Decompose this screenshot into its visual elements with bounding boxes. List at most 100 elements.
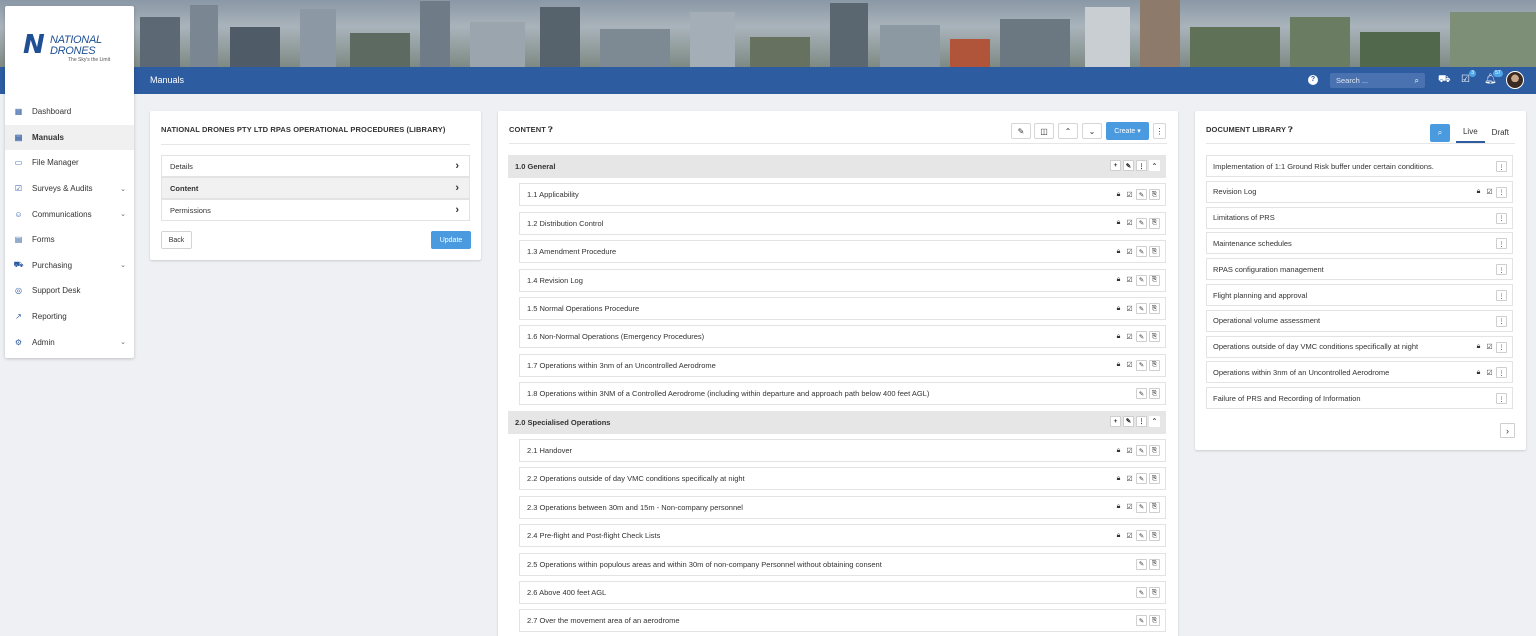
document-item[interactable]: Failure of PRS and Recording of Informat… — [1206, 387, 1513, 410]
columns-icon[interactable]: ◫ — [1034, 123, 1054, 139]
content-item[interactable]: 2.1 Handover 🔒︎ ☑ ✎ ⎘ — [519, 439, 1166, 462]
edit-pencil-icon[interactable]: ✎ — [1011, 123, 1031, 139]
unlink-icon[interactable]: ⎘ — [1149, 501, 1160, 513]
edit-icon[interactable]: ✎ — [1136, 530, 1147, 542]
document-item[interactable]: Operations outside of day VMC conditions… — [1206, 335, 1513, 358]
edit-icon[interactable]: ✎ — [1136, 359, 1147, 371]
section-header[interactable]: 1.0 General + ✎ ⋮ ⌃ — [508, 155, 1166, 178]
sidebar-item-dashboard[interactable]: ▦ Dashboard — [5, 99, 134, 125]
sidebar-item-file-manager[interactable]: ▭ File Manager — [5, 150, 134, 176]
content-item[interactable]: 2.2 Operations outside of day VMC condit… — [519, 467, 1166, 491]
edit-icon[interactable]: ✎ — [1136, 501, 1147, 513]
unlink-icon[interactable]: ⎘ — [1149, 274, 1160, 286]
help-icon[interactable]: ❓︎ — [548, 125, 553, 134]
user-avatar[interactable] — [1506, 71, 1524, 89]
help-icon[interactable]: ? — [1308, 75, 1318, 85]
content-item[interactable]: 1.3 Amendment Procedure 🔒︎ ☑ ✎ ⎘ — [519, 240, 1166, 264]
content-item[interactable]: 1.6 Non-Normal Operations (Emergency Pro… — [519, 325, 1166, 349]
document-item[interactable]: Maintenance schedules ⋮ — [1206, 232, 1513, 255]
menu-permissions[interactable]: Permissions › — [161, 199, 470, 221]
edit-pencil-icon[interactable]: ✎ — [1123, 415, 1134, 427]
more-vertical-icon[interactable]: ⋮ — [1496, 161, 1507, 172]
add-icon[interactable]: + — [1110, 160, 1121, 171]
search-input[interactable] — [1336, 75, 1408, 86]
more-vertical-icon[interactable]: ⋮ — [1496, 393, 1507, 405]
more-vertical-icon[interactable]: ⋮ — [1136, 160, 1147, 171]
document-item[interactable]: Operations within 3nm of an Uncontrolled… — [1206, 361, 1513, 384]
document-item[interactable]: RPAS configuration management ⋮ — [1206, 258, 1513, 281]
content-item[interactable]: 1.1 Applicability 🔒︎ ☑ ✎ ⎘ — [519, 183, 1166, 207]
content-item[interactable]: 1.8 Operations within 3NM of a Controlle… — [519, 382, 1166, 406]
edit-icon[interactable]: ✎ — [1136, 303, 1147, 314]
content-item[interactable]: 1.4 Revision Log 🔒︎ ☑ ✎ ⎘ — [519, 268, 1166, 292]
unlink-icon[interactable]: ⎘ — [1149, 303, 1160, 314]
edit-icon[interactable]: ✎ — [1136, 587, 1147, 598]
edit-icon[interactable]: ✎ — [1136, 558, 1147, 570]
unlink-icon[interactable]: ⎘ — [1149, 388, 1160, 400]
tasks-icon[interactable]: ☑ 3 — [1461, 70, 1476, 86]
more-vertical-icon[interactable]: ⋮ — [1496, 186, 1507, 198]
sidebar-item-forms[interactable]: ▤ Forms — [5, 227, 134, 253]
unlink-icon[interactable]: ⎘ — [1149, 587, 1160, 598]
update-button[interactable]: Update — [431, 231, 471, 249]
more-vertical-icon[interactable]: ⋮ — [1136, 415, 1147, 427]
tab-live[interactable]: Live — [1455, 122, 1485, 143]
bell-icon[interactable]: 🔔︎ 57 — [1484, 70, 1503, 86]
content-item[interactable]: 1.7 Operations within 3nm of an Uncontro… — [519, 353, 1166, 377]
edit-icon[interactable]: ✎ — [1136, 445, 1147, 456]
sidebar-item-reporting[interactable]: ↗ Reporting — [5, 304, 134, 330]
sidebar-item-surveys-audits[interactable]: ☑ Surveys & Audits ⌄ — [5, 176, 134, 202]
more-vertical-icon[interactable]: ⋮ — [1496, 367, 1507, 379]
search-icon[interactable]: ⌕ — [1415, 76, 1419, 86]
edit-pencil-icon[interactable]: ✎ — [1123, 160, 1134, 171]
more-vertical-icon[interactable]: ⋮ — [1496, 290, 1507, 301]
unlink-icon[interactable]: ⎘ — [1149, 246, 1160, 258]
next-page-button[interactable]: › — [1500, 423, 1515, 438]
sidebar-item-purchasing[interactable]: ⛟ Purchasing ⌄ — [5, 253, 134, 279]
document-item[interactable]: Revision Log 🔒︎ ☑ ⋮ — [1206, 180, 1513, 203]
content-item[interactable]: 2.3 Operations between 30m and 15m - Non… — [519, 495, 1166, 519]
collapse-icon[interactable]: ⌃ — [1149, 415, 1160, 427]
more-vertical-icon[interactable]: ⋮ — [1496, 341, 1507, 353]
edit-icon[interactable]: ✎ — [1136, 388, 1147, 400]
unlink-icon[interactable]: ⎘ — [1149, 217, 1160, 229]
national-drones-logo[interactable]: N NATIONAL DRONES The Sky's the Limit — [23, 30, 123, 70]
back-button[interactable]: Back — [161, 231, 192, 249]
add-icon[interactable]: + — [1110, 415, 1121, 427]
more-vertical-icon[interactable]: ⋮ — [1496, 212, 1507, 224]
document-item[interactable]: Implementation of 1:1 Ground Risk buffer… — [1206, 155, 1513, 177]
edit-icon[interactable]: ✎ — [1136, 473, 1147, 485]
collapse-icon[interactable]: ⌃ — [1149, 160, 1160, 171]
search-box[interactable]: ⌕ — [1330, 73, 1425, 88]
content-item[interactable]: 2.4 Pre-flight and Post-flight Check Lis… — [519, 524, 1166, 548]
document-item[interactable]: Flight planning and approval ⋮ — [1206, 284, 1513, 306]
create-button[interactable]: Create ▾ — [1106, 122, 1149, 140]
search-icon[interactable]: ⌕ — [1429, 123, 1450, 142]
document-item[interactable]: Operational volume assessment ⋮ — [1206, 309, 1513, 332]
more-vertical-icon[interactable]: ⋮ — [1496, 238, 1507, 250]
edit-icon[interactable]: ✎ — [1136, 331, 1147, 343]
document-item[interactable]: Limitations of PRS ⋮ — [1206, 206, 1513, 229]
sidebar-item-communications[interactable]: ☺ Communications ⌄ — [5, 201, 134, 227]
edit-icon[interactable]: ✎ — [1136, 189, 1147, 201]
content-item[interactable]: 1.2 Distribution Control 🔒︎ ☑ ✎ ⎘ — [519, 211, 1166, 235]
unlink-icon[interactable]: ⎘ — [1149, 189, 1160, 201]
cart-icon[interactable]: ⛟ — [1438, 74, 1451, 86]
section-header[interactable]: 2.0 Specialised Operations + ✎ ⋮ ⌃ — [508, 410, 1166, 434]
content-item[interactable]: 2.6 Above 400 feet AGL ✎ ⎘ — [519, 581, 1166, 604]
content-item[interactable]: 2.5 Operations within populous areas and… — [519, 552, 1166, 576]
unlink-icon[interactable]: ⎘ — [1149, 331, 1160, 343]
unlink-icon[interactable]: ⎘ — [1149, 558, 1160, 570]
more-vertical-icon[interactable]: ⋮ — [1496, 315, 1507, 327]
unlink-icon[interactable]: ⎘ — [1149, 615, 1160, 627]
unlink-icon[interactable]: ⎘ — [1149, 359, 1160, 371]
sidebar-item-admin[interactable]: ⚙ Admin ⌄ — [5, 329, 134, 355]
edit-icon[interactable]: ✎ — [1136, 615, 1147, 627]
edit-icon[interactable]: ✎ — [1136, 246, 1147, 258]
sidebar-item-support-desk[interactable]: ◎ Support Desk — [5, 278, 134, 304]
content-item[interactable]: 2.7 Over the movement area of an aerodro… — [519, 609, 1166, 633]
unlink-icon[interactable]: ⎘ — [1149, 530, 1160, 542]
unlink-icon[interactable]: ⎘ — [1149, 473, 1160, 485]
help-icon[interactable]: ❓︎ — [1288, 125, 1293, 134]
chevron-up-icon[interactable]: ⌃ — [1058, 123, 1078, 139]
